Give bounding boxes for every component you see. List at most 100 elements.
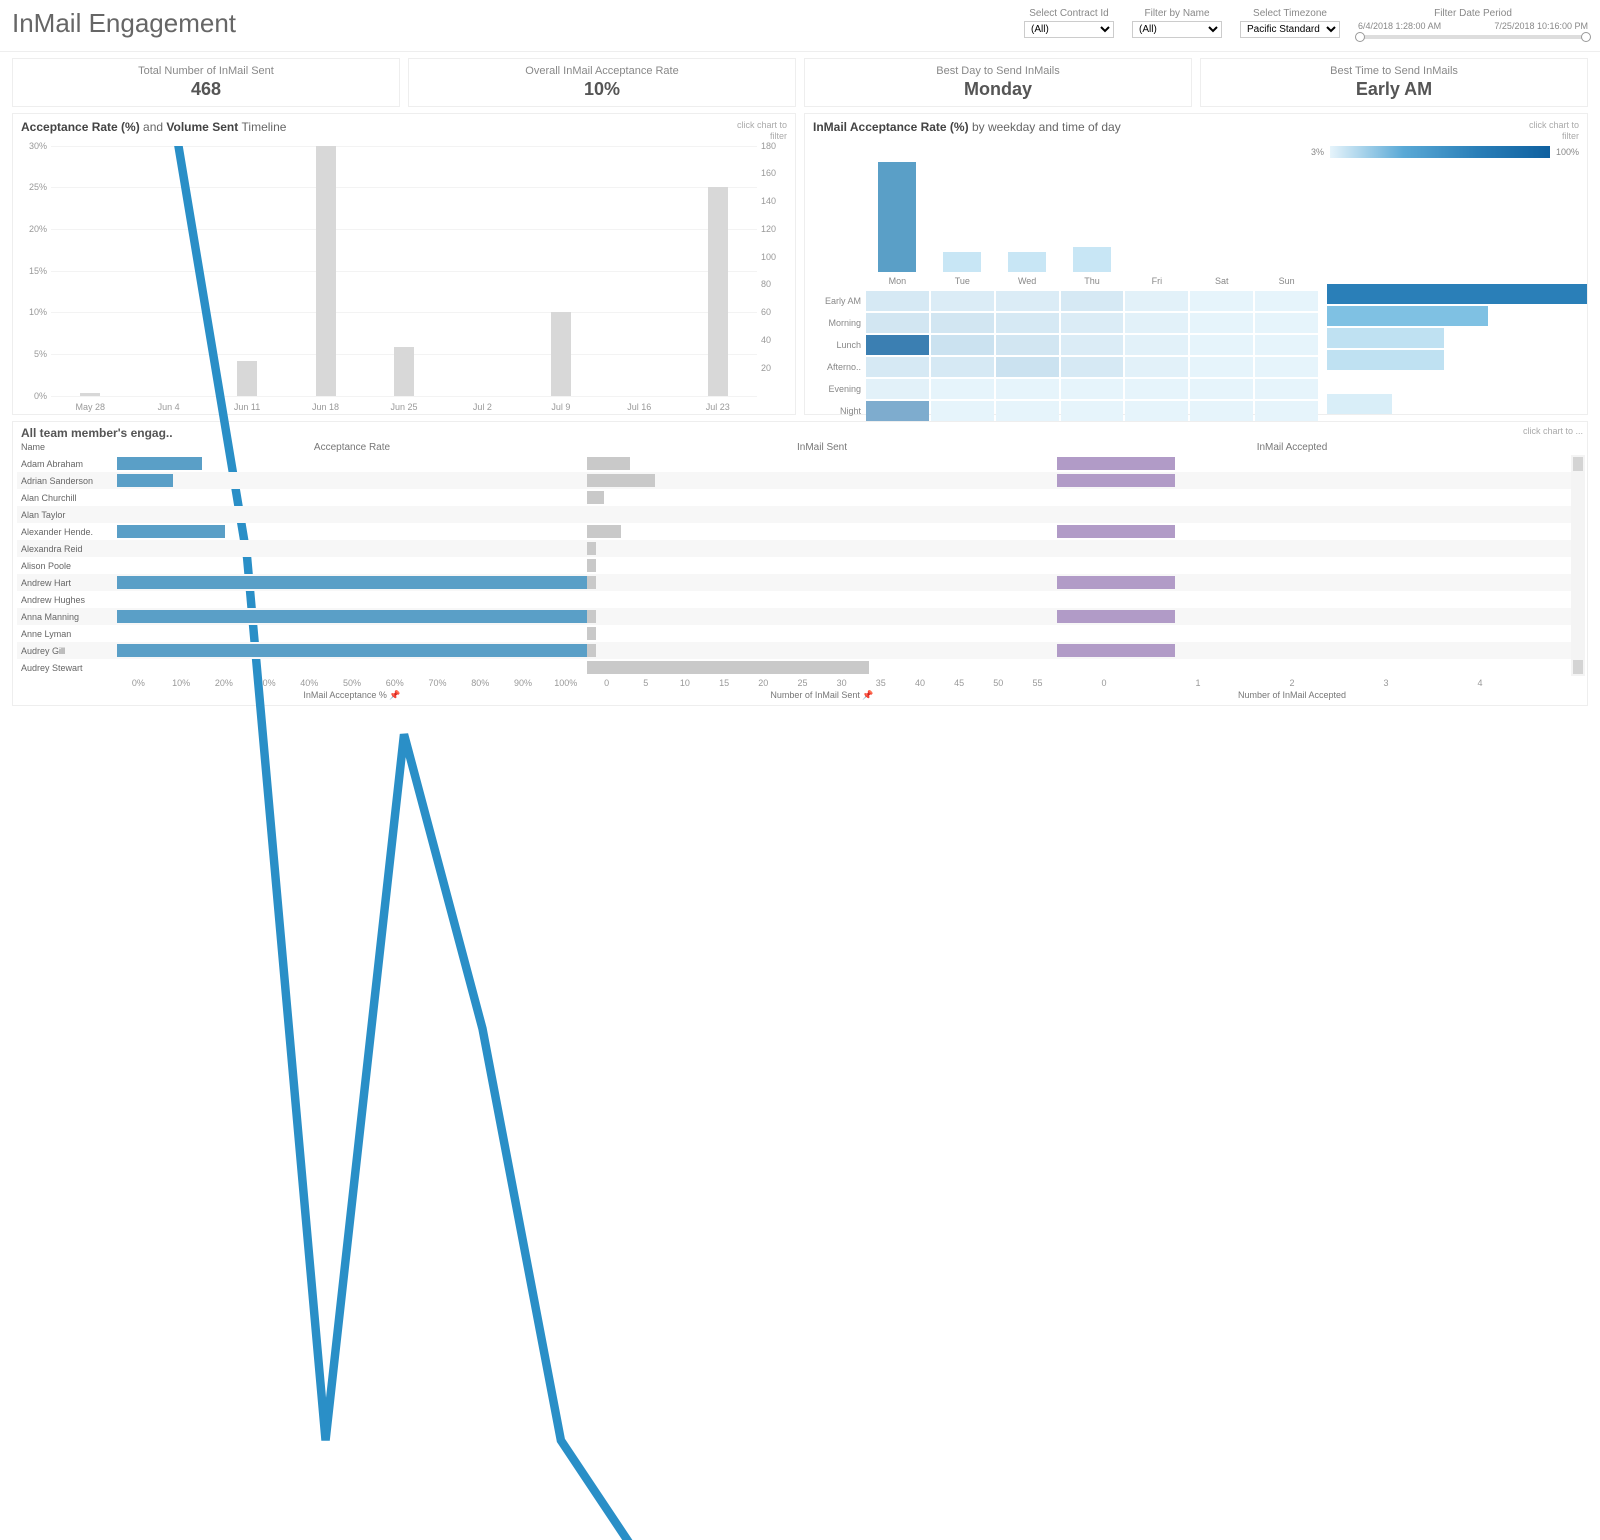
heatmap-cell[interactable]: [1190, 313, 1253, 333]
heatmap-cell[interactable]: [931, 379, 994, 399]
heatmap-cell[interactable]: [1255, 379, 1318, 399]
time-label: Afterno..: [813, 356, 865, 378]
accepted-bar[interactable]: [1057, 525, 1175, 538]
filter-contract-select[interactable]: (All): [1024, 21, 1114, 38]
heatmap-cell[interactable]: [1255, 291, 1318, 311]
heatmap-cell[interactable]: [1125, 313, 1188, 333]
heatmap-cell[interactable]: [1061, 291, 1124, 311]
heatmap-cell[interactable]: [1125, 335, 1188, 355]
heatmap-cell[interactable]: [1125, 401, 1188, 421]
acc-bar[interactable]: [117, 610, 587, 623]
row-name: Alexander Hende.: [17, 527, 117, 537]
table-row[interactable]: Audrey Gill: [17, 642, 1583, 659]
time-bar[interactable]: [1327, 394, 1392, 414]
filter-timezone-select[interactable]: Pacific Standard Ti...: [1240, 21, 1340, 38]
heatmap-cell[interactable]: [996, 401, 1059, 421]
sent-bar[interactable]: [587, 491, 604, 504]
heatmap-cell[interactable]: [996, 335, 1059, 355]
heatmap-panel[interactable]: InMail Acceptance Rate (%) by weekday an…: [804, 113, 1588, 415]
sent-bar[interactable]: [587, 474, 655, 487]
time-bar[interactable]: [1327, 284, 1587, 304]
sent-bar[interactable]: [587, 661, 869, 674]
heatmap-cell[interactable]: [1255, 357, 1318, 377]
time-bar[interactable]: [1327, 350, 1444, 370]
sent-bar[interactable]: [587, 644, 596, 657]
heatmap-cell[interactable]: [996, 379, 1059, 399]
table-row[interactable]: Adam Abraham: [17, 455, 1583, 472]
time-bar[interactable]: [1327, 306, 1488, 326]
heatmap-cell[interactable]: [931, 335, 994, 355]
accepted-bar[interactable]: [1057, 644, 1175, 657]
heatmap-cell[interactable]: [1190, 357, 1253, 377]
heatmap-cell[interactable]: [1255, 335, 1318, 355]
accepted-bar[interactable]: [1057, 576, 1175, 589]
day-bar[interactable]: [1073, 247, 1111, 271]
heatmap-cell[interactable]: [1061, 335, 1124, 355]
sent-bar[interactable]: [587, 542, 596, 555]
team-head-accepted[interactable]: InMail Accepted: [1057, 442, 1527, 453]
heatmap-cell[interactable]: [1190, 401, 1253, 421]
sent-bar[interactable]: [587, 525, 621, 538]
table-row[interactable]: Anne Lyman: [17, 625, 1583, 642]
scroll-down-icon[interactable]: [1573, 660, 1583, 674]
heatmap-cell[interactable]: [1125, 357, 1188, 377]
heatmap-cell[interactable]: [1255, 313, 1318, 333]
sent-bar[interactable]: [587, 576, 596, 589]
acc-bar[interactable]: [117, 644, 587, 657]
accepted-bar[interactable]: [1057, 610, 1175, 623]
heatmap-cell[interactable]: [1061, 401, 1124, 421]
time-bar[interactable]: [1327, 328, 1444, 348]
heatmap-cell[interactable]: [996, 313, 1059, 333]
heatmap-cell[interactable]: [866, 291, 929, 311]
heatmap-cell[interactable]: [996, 357, 1059, 377]
filter-name-select[interactable]: (All): [1132, 21, 1222, 38]
accepted-bar[interactable]: [1057, 474, 1175, 487]
scroll-up-icon[interactable]: [1573, 457, 1583, 471]
acc-bar[interactable]: [117, 457, 202, 470]
table-row[interactable]: Andrew Hart: [17, 574, 1583, 591]
table-row[interactable]: Alexandra Reid: [17, 540, 1583, 557]
table-row[interactable]: Alexander Hende.: [17, 523, 1583, 540]
heatmap-cell[interactable]: [866, 313, 929, 333]
heatmap-cell[interactable]: [1125, 291, 1188, 311]
heatmap-cell[interactable]: [1061, 357, 1124, 377]
timeline-panel[interactable]: Acceptance Rate (%) and Volume Sent Time…: [12, 113, 796, 415]
acc-bar[interactable]: [117, 576, 587, 589]
day-bar[interactable]: [1008, 252, 1046, 272]
day-bar[interactable]: [943, 252, 981, 272]
date-range-slider[interactable]: [1358, 35, 1588, 39]
heatmap-cell[interactable]: [931, 313, 994, 333]
table-row[interactable]: Adrian Sanderson: [17, 472, 1583, 489]
heatmap-cell[interactable]: [1125, 379, 1188, 399]
heatmap-cell[interactable]: [1190, 335, 1253, 355]
table-row[interactable]: Anna Manning: [17, 608, 1583, 625]
acc-bar[interactable]: [117, 474, 173, 487]
table-row[interactable]: Audrey Stewart: [17, 659, 1583, 676]
day-bar[interactable]: [878, 162, 916, 272]
sent-bar[interactable]: [587, 457, 630, 470]
heatmap-cell[interactable]: [931, 291, 994, 311]
heatmap-cell[interactable]: [1190, 291, 1253, 311]
heatmap-cell[interactable]: [1190, 379, 1253, 399]
heatmap-cell[interactable]: [931, 357, 994, 377]
heatmap-cell[interactable]: [866, 379, 929, 399]
acceptance-line[interactable]: [169, 146, 718, 1540]
heatmap-cell[interactable]: [931, 401, 994, 421]
table-row[interactable]: Alan Churchill: [17, 489, 1583, 506]
table-row[interactable]: Alan Taylor: [17, 506, 1583, 523]
heatmap-cell[interactable]: [866, 357, 929, 377]
heatmap-cell[interactable]: [1061, 379, 1124, 399]
heatmap-cell[interactable]: [996, 291, 1059, 311]
heatmap-cell[interactable]: [1255, 401, 1318, 421]
acc-bar[interactable]: [117, 525, 225, 538]
accepted-bar[interactable]: [1057, 457, 1175, 470]
team-scrollbar[interactable]: [1571, 455, 1585, 676]
table-row[interactable]: Alison Poole: [17, 557, 1583, 574]
heatmap-cell[interactable]: [866, 335, 929, 355]
table-row[interactable]: Andrew Hughes: [17, 591, 1583, 608]
heatmap-cell[interactable]: [866, 401, 929, 421]
sent-bar[interactable]: [587, 559, 596, 572]
sent-bar[interactable]: [587, 610, 596, 623]
heatmap-cell[interactable]: [1061, 313, 1124, 333]
sent-bar[interactable]: [587, 627, 596, 640]
